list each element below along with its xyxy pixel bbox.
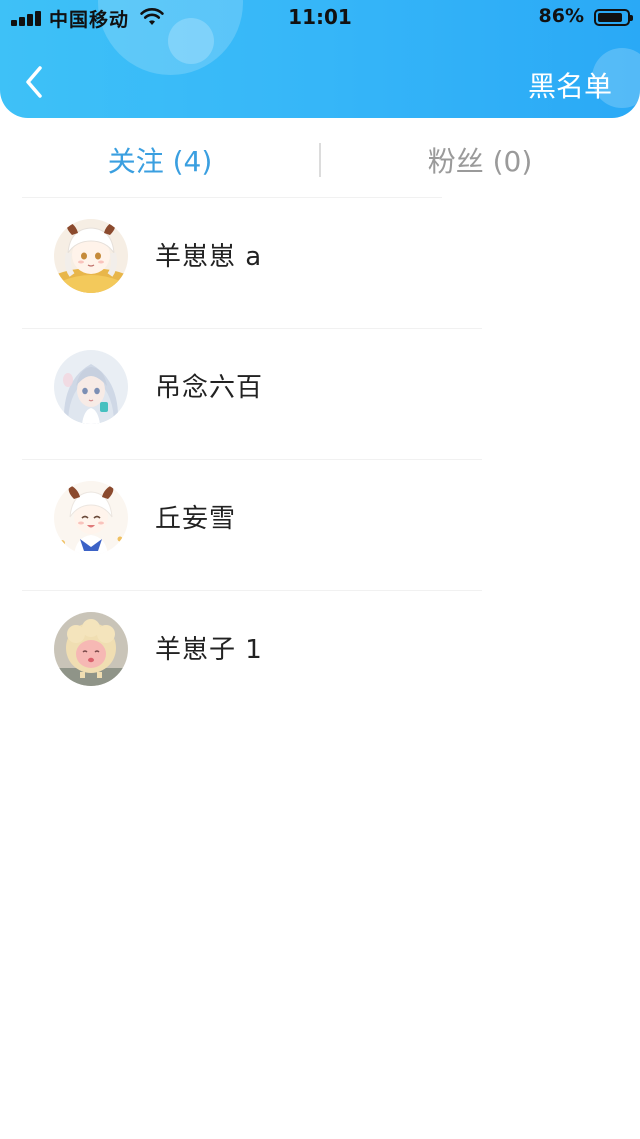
- avatar: [54, 481, 128, 555]
- user-name: 吊念六百: [155, 373, 264, 403]
- blacklist-button[interactable]: 黑名单: [528, 65, 612, 105]
- screen: 中国移动 11:01 86% 黑名单 关注 (4) 粉丝 (0) 羊崽崽 a 吊…: [0, 0, 640, 1139]
- avatar: [54, 612, 128, 686]
- list-item[interactable]: 羊崽子 1: [0, 591, 640, 722]
- list-item[interactable]: 丘妄雪: [0, 460, 640, 591]
- tab-fans[interactable]: 粉丝 (0): [320, 140, 640, 180]
- back-button[interactable]: [18, 62, 54, 102]
- header-bar: 中国移动 11:01 86% 黑名单: [0, 0, 640, 118]
- battery-icon: [594, 9, 633, 26]
- status-bar: 中国移动 11:01 86%: [0, 0, 640, 36]
- following-list: 羊崽崽 a 吊念六百 丘妄雪 羊崽子 1: [0, 198, 640, 722]
- list-item[interactable]: 吊念六百: [0, 329, 640, 460]
- battery-percent: 86%: [538, 5, 584, 27]
- tab-following[interactable]: 关注 (4): [0, 140, 320, 180]
- chevron-left-icon: [26, 66, 42, 98]
- avatar: [54, 219, 128, 293]
- user-name: 羊崽子 1: [155, 635, 263, 665]
- list-item[interactable]: 羊崽崽 a: [0, 198, 640, 329]
- user-name: 羊崽崽 a: [155, 242, 263, 272]
- user-name: 丘妄雪: [155, 504, 237, 534]
- tab-bar: 关注 (4) 粉丝 (0): [0, 118, 640, 198]
- avatar: [54, 350, 128, 424]
